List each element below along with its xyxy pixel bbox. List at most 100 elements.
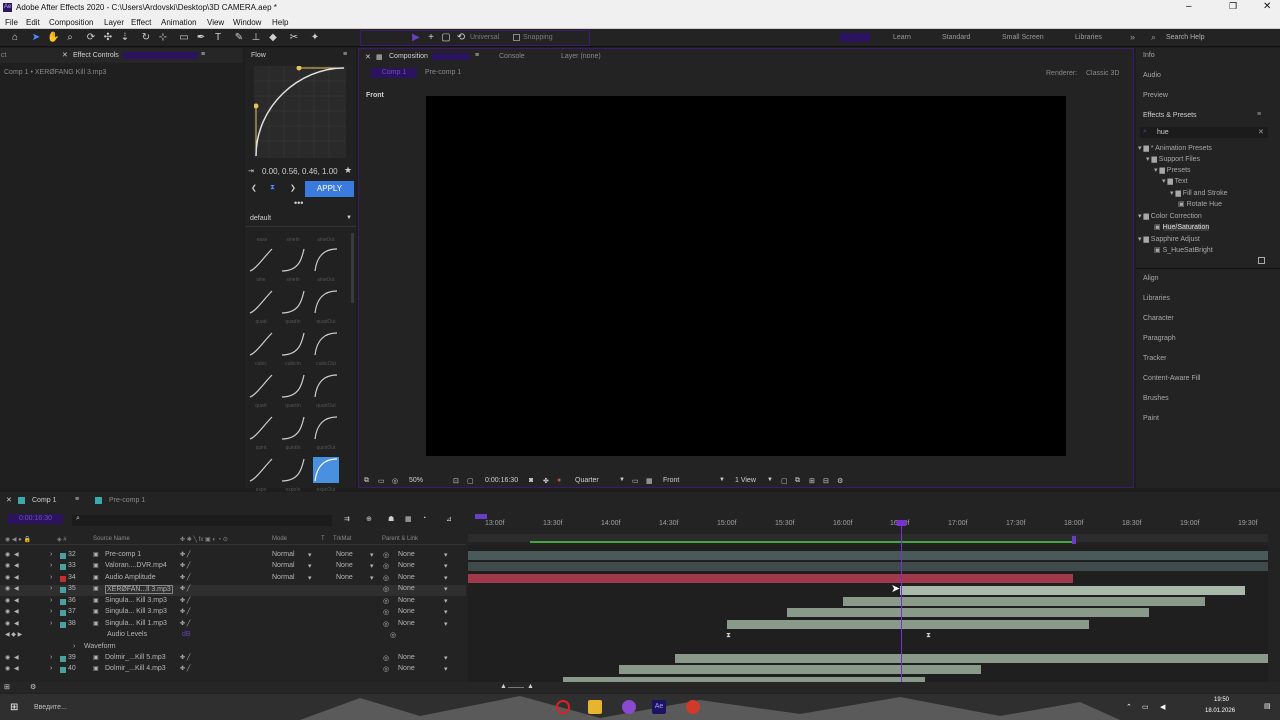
layer-switches-icon[interactable]: ✤ ╱ (180, 608, 190, 615)
parent-pickwhip-icon[interactable]: ◎ (383, 585, 389, 593)
flow-values[interactable]: 0.00, 0.56, 0.46, 1.00 (262, 167, 338, 176)
layer-bar-32[interactable] (468, 551, 1268, 560)
subtab-comp1[interactable]: Comp 1 (371, 68, 417, 78)
layer-name[interactable]: Dolmir_...Kill 4.mp3 (105, 665, 166, 672)
label-color-swatch[interactable] (60, 622, 66, 628)
brush-tool-icon[interactable]: ✎ (233, 32, 245, 44)
layer-mode-select[interactable]: Normal (272, 574, 295, 581)
apply-button[interactable]: APPLY (305, 181, 354, 197)
ease-preset-quart-0[interactable] (248, 373, 274, 399)
flow-curve-graph[interactable] (254, 66, 346, 158)
layer-bar-36[interactable] (843, 597, 1205, 606)
ease-preset-cubic-0[interactable] (248, 331, 274, 357)
parent-dropdown-icon[interactable]: ▾ (444, 551, 448, 559)
puppet-tool-icon[interactable]: ✦ (309, 32, 321, 44)
effects-tree-item[interactable]: ▾ ▆ Presets (1154, 166, 1191, 174)
layer-name[interactable]: Singula... Kill 3.mp3 (105, 608, 167, 615)
label-color-swatch[interactable] (60, 564, 66, 570)
layer-switches-icon[interactable]: ✤ ╱ (180, 620, 190, 627)
visibility-eye-icon[interactable]: ◉ (5, 585, 10, 592)
visibility-eye-icon[interactable]: ◉ (5, 551, 10, 558)
tab-composition[interactable]: Composition (389, 53, 428, 60)
layer-trkmat-select[interactable]: None (336, 574, 353, 581)
header-parent[interactable]: Parent & Link (382, 536, 418, 542)
box-icon[interactable]: ▢ (440, 32, 452, 44)
parent-dropdown-icon[interactable]: ▾ (444, 654, 448, 662)
copy-values-icon[interactable]: ⇥ (248, 167, 254, 175)
modes-toggle-icon[interactable]: ⚙ (30, 683, 36, 691)
roto-tool-icon[interactable]: ✂ (288, 32, 300, 44)
ease-preset-sine-1[interactable] (280, 247, 306, 273)
color-icon[interactable]: ● (557, 477, 561, 484)
layer-parent-select[interactable]: None (398, 551, 415, 558)
layer-name[interactable]: Singula... Kill 3.mp3 (105, 597, 167, 604)
ease-preset-sine-2[interactable] (313, 247, 339, 273)
parent-dropdown-icon[interactable]: ▾ (444, 585, 448, 593)
zoom-out-icon[interactable]: ▲ (500, 683, 507, 690)
ease-preset-expo-0[interactable] (248, 457, 274, 483)
preset-select[interactable]: default (250, 215, 271, 222)
comp-viewer[interactable] (426, 96, 1066, 456)
zoom-select[interactable]: 50% (409, 477, 423, 484)
pan-camera-icon[interactable]: ✣ (102, 32, 114, 44)
parent-dropdown-icon[interactable]: ▾ (444, 562, 448, 570)
audio-toggle-icon[interactable]: ◀ (14, 597, 19, 604)
audio-levels-value[interactable]: dB (182, 631, 191, 638)
parent-pickwhip-icon[interactable]: ◎ (383, 654, 389, 662)
effects-tree-item[interactable]: ▾ ▆ Sapphire Adjust (1138, 235, 1200, 243)
layer-switches-icon[interactable]: ✤ ╱ (180, 665, 190, 672)
rotate-tool-icon[interactable]: ↻ (140, 32, 152, 44)
timeline-timecode[interactable]: 0:00:16:30 (8, 514, 63, 524)
parent-dropdown-icon[interactable]: ▾ (444, 620, 448, 628)
layer-row[interactable]: ◉ ◀ › 38 ▣ Singula... Kill 1.mp3 ✤ ╱ ◎ None ▾ (0, 620, 466, 631)
parent-dropdown-icon[interactable]: ▾ (444, 574, 448, 582)
layer-name[interactable]: Pre-comp 1 (105, 551, 141, 558)
pen-tool-icon[interactable]: ✒ (195, 32, 207, 44)
label-color-swatch[interactable] (60, 667, 66, 673)
mode-dropdown-icon[interactable]: ▾ (308, 574, 312, 582)
header-mode[interactable]: Mode (272, 536, 287, 542)
parent-pickwhip-icon[interactable]: ◎ (383, 551, 389, 559)
label-color-swatch[interactable] (60, 576, 66, 582)
volume-icon[interactable]: ◀ (1160, 703, 1165, 711)
timeline-tab-comp1[interactable]: Comp 1 (32, 497, 57, 504)
layer-row[interactable]: ◉ ◀ › 36 ▣ Singula... Kill 3.mp3 ✤ ╱ ◎ None ▾ (0, 597, 466, 608)
waveform-twirl-icon[interactable]: › (73, 643, 75, 650)
resolution-select[interactable]: Quarter (575, 477, 599, 484)
menu-layer[interactable]: Layer (104, 18, 124, 27)
expand-twirl-icon[interactable]: › (50, 665, 52, 672)
layer-bar-38[interactable] (727, 620, 1089, 629)
label-color-swatch[interactable] (60, 553, 66, 559)
right-panel-tab-brushes[interactable]: Brushes (1143, 395, 1169, 402)
layer-switches-icon[interactable]: ✤ ╱ (180, 597, 190, 604)
mode-dropdown-icon[interactable]: ▾ (308, 551, 312, 559)
discord-icon[interactable] (622, 700, 636, 714)
label-color-swatch[interactable] (60, 587, 66, 593)
parent-pickwhip-icon[interactable]: ◎ (383, 665, 389, 673)
comp-flowchart-icon[interactable]: ⇉ (344, 515, 350, 523)
audio-toggle-icon[interactable]: ◀ (14, 620, 19, 627)
renderer-value[interactable]: Classic 3D (1086, 70, 1119, 77)
layer-bar-39[interactable] (675, 654, 1268, 663)
visibility-eye-icon[interactable]: ◉ (5, 620, 10, 627)
layer-parent-select[interactable]: None (398, 574, 415, 581)
visibility-eye-icon[interactable]: ◉ (5, 665, 10, 672)
menu-effect[interactable]: Effect (131, 18, 151, 27)
visibility-eye-icon[interactable]: ◉ (5, 574, 10, 581)
menu-view[interactable]: View (207, 18, 224, 27)
audio-panel-tab[interactable]: Audio (1143, 72, 1161, 79)
maximize-button[interactable]: ❐ (1229, 1, 1237, 12)
effects-menu-icon[interactable]: ≡ (1257, 111, 1261, 118)
layer-bar-35[interactable] (900, 586, 1245, 595)
eraser-tool-icon[interactable]: ◆ (267, 32, 279, 44)
right-panel-tab-libraries[interactable]: Libraries (1143, 295, 1170, 302)
draft3d-icon[interactable]: ⊕ (366, 515, 372, 523)
layer-bar-33[interactable] (468, 562, 1268, 571)
dolly-camera-icon[interactable]: ⇣ (119, 32, 131, 44)
comp-timecode[interactable]: 0:00:16:30 (485, 477, 518, 484)
close-button[interactable]: ✕ (1263, 1, 1271, 12)
effects-tree-item[interactable]: ▣ Hue/Saturation (1154, 223, 1210, 231)
new-preset-icon[interactable] (1258, 257, 1265, 264)
ease-preset-quart-1[interactable] (280, 373, 306, 399)
expand-twirl-icon[interactable]: › (50, 654, 52, 661)
